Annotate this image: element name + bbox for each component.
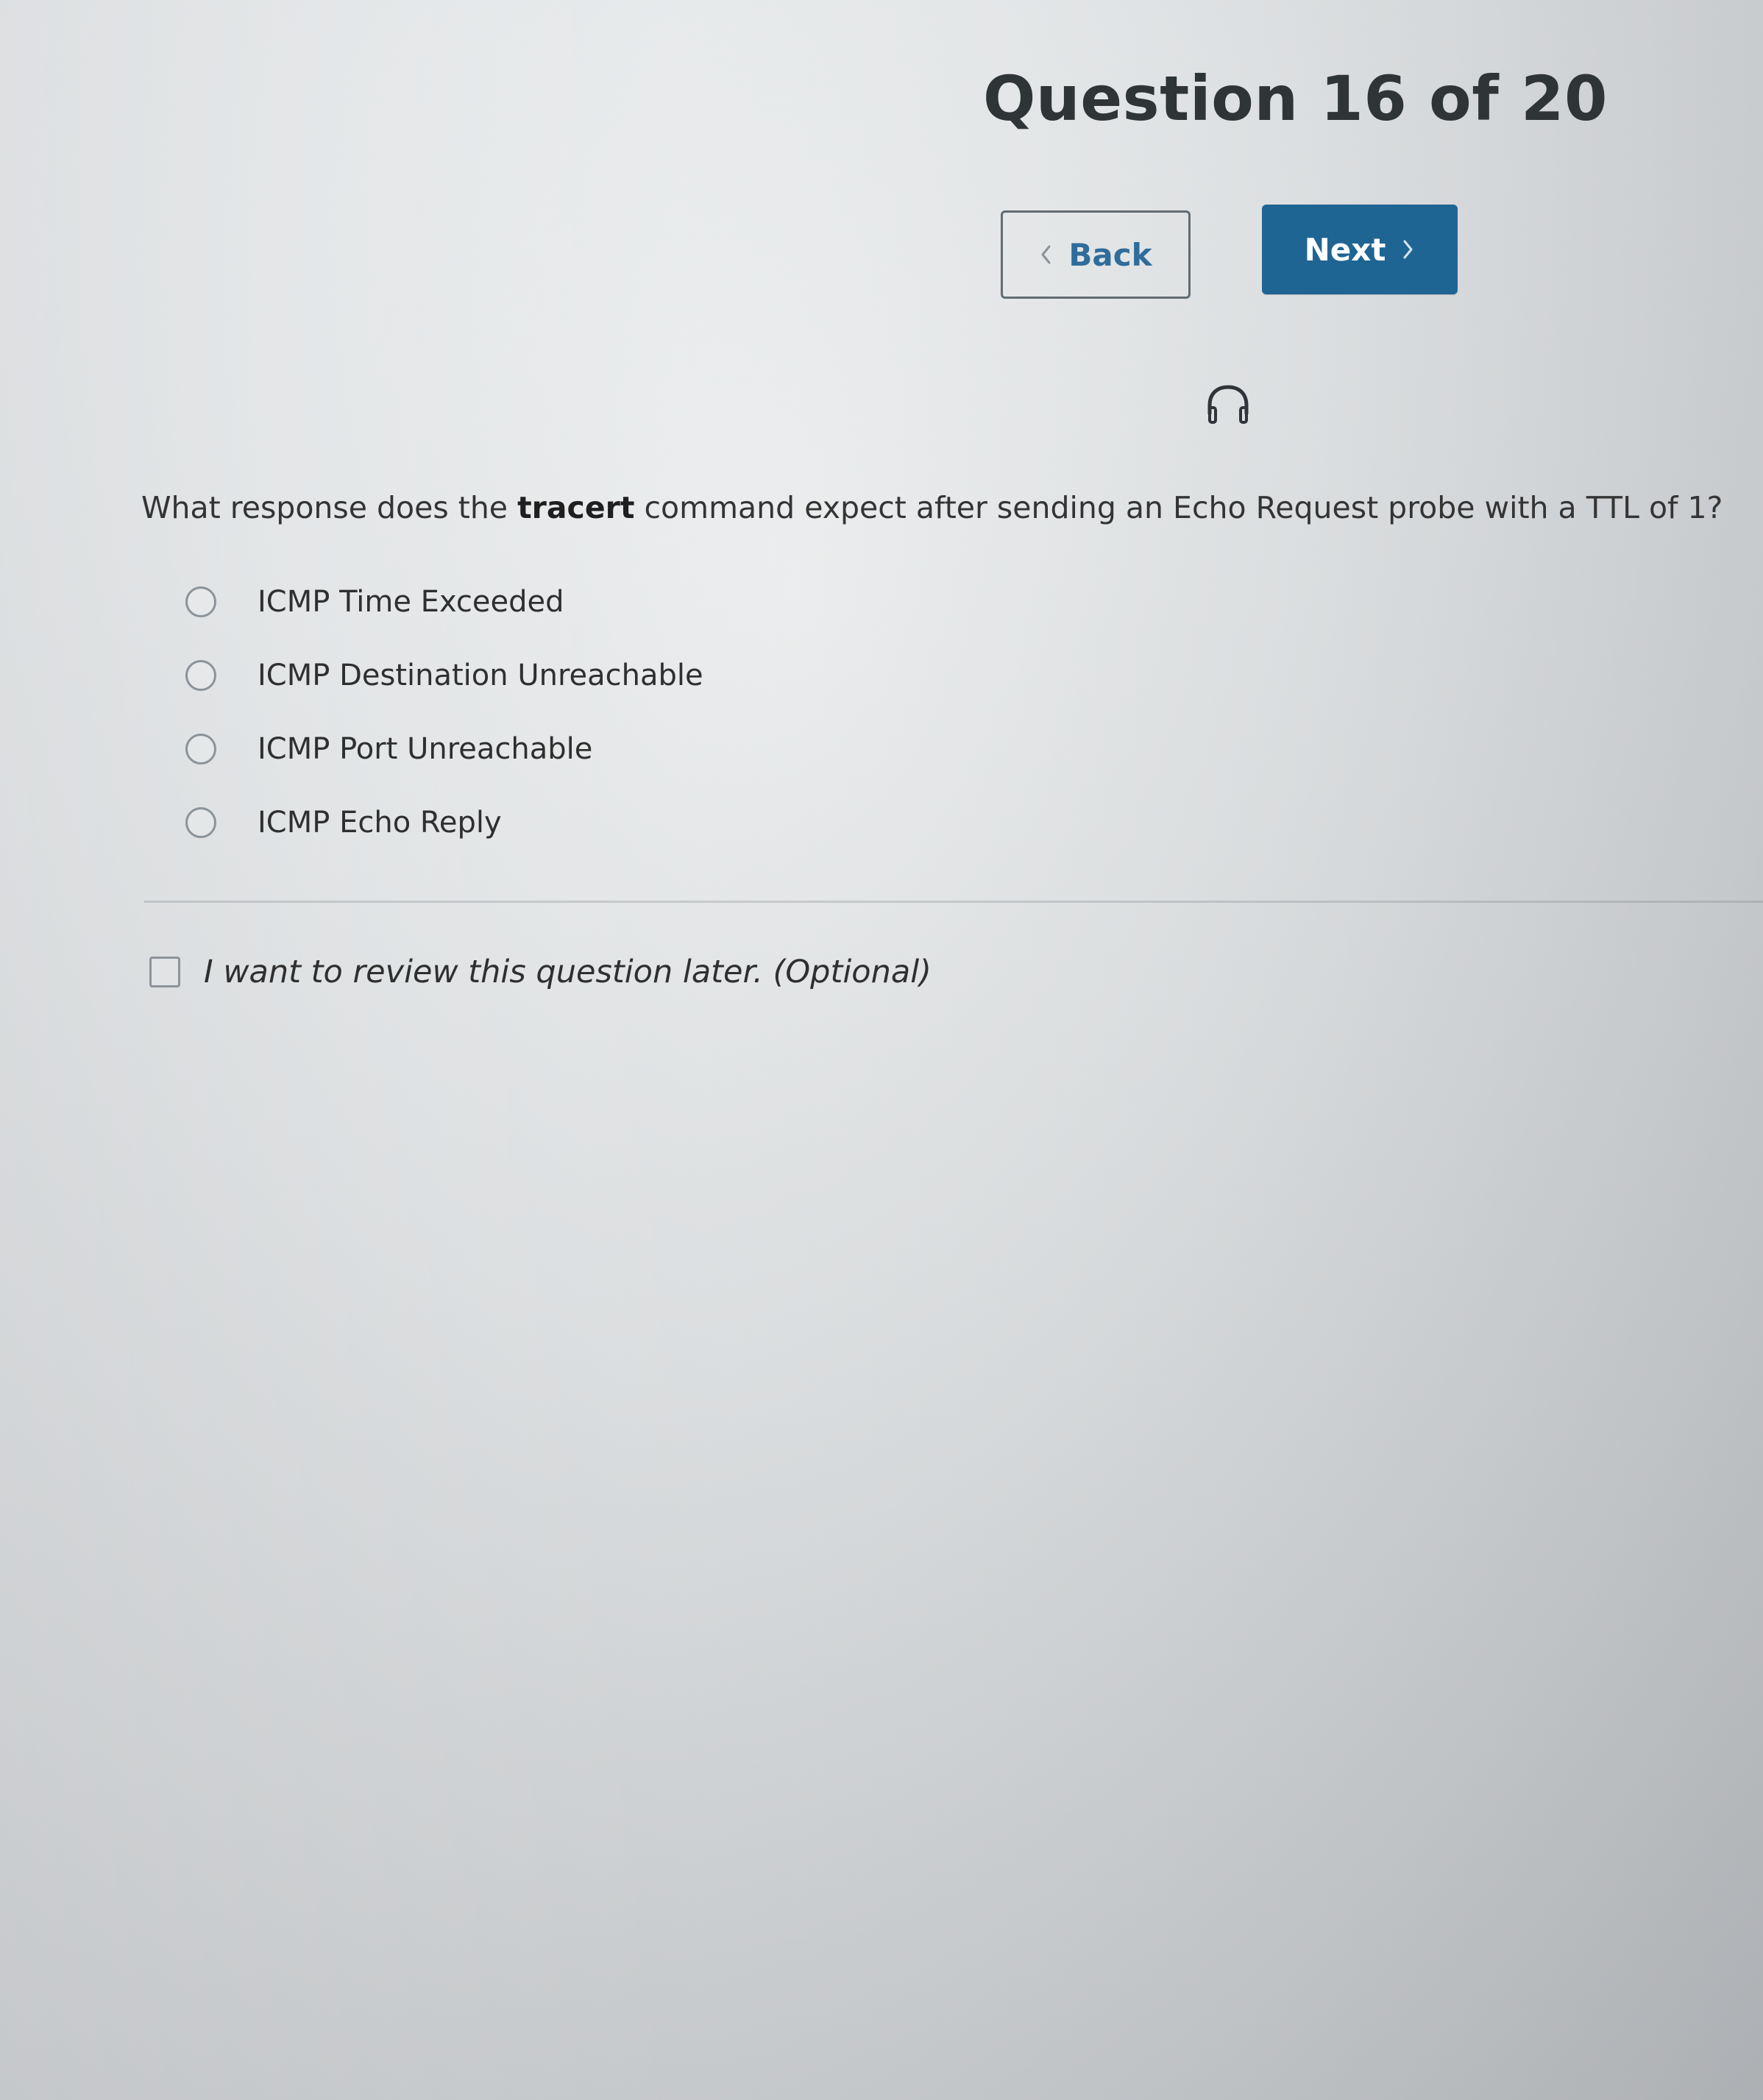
headphones-icon[interactable]: [1202, 383, 1254, 430]
review-later-label: I want to review this question later. (O…: [204, 954, 932, 990]
answer-option-time-exceeded[interactable]: ICMP Time Exceeded: [185, 565, 1142, 639]
question-text: What response does the tracert command e…: [141, 489, 1723, 528]
radio-button[interactable]: [185, 807, 216, 838]
answer-option-port-unreachable[interactable]: ICMP Port Unreachable: [185, 712, 1142, 786]
page-title: Question 16 of 20: [983, 63, 1608, 135]
screen-background: [0, 0, 1763, 2100]
next-button[interactable]: Next: [1262, 205, 1458, 294]
question-command: tracert: [517, 490, 635, 525]
answer-label: ICMP Time Exceeded: [258, 585, 564, 619]
back-button-label: Back: [1068, 236, 1152, 273]
chevron-left-icon: [1039, 244, 1052, 266]
review-later-toggle[interactable]: I want to review this question later. (O…: [149, 948, 932, 996]
answer-option-destination-unreachable[interactable]: ICMP Destination Unreachable: [185, 639, 1142, 712]
answer-label: ICMP Port Unreachable: [258, 732, 593, 766]
radio-button[interactable]: [185, 734, 216, 765]
answer-option-echo-reply[interactable]: ICMP Echo Reply: [185, 786, 1142, 859]
question-prefix: What response does the: [141, 490, 518, 525]
next-button-label: Next: [1304, 231, 1386, 268]
back-button[interactable]: Back: [1001, 210, 1191, 299]
question-suffix: command expect after sending an Echo Req…: [634, 490, 1723, 525]
section-divider: [144, 901, 1763, 903]
review-later-checkbox[interactable]: [149, 957, 180, 987]
chevron-right-icon: [1402, 238, 1415, 260]
answer-label: ICMP Echo Reply: [258, 806, 502, 840]
radio-button[interactable]: [185, 660, 216, 691]
answer-label: ICMP Destination Unreachable: [258, 659, 703, 692]
answer-options: ICMP Time Exceeded ICMP Destination Unre…: [185, 565, 1142, 859]
radio-button[interactable]: [185, 586, 216, 617]
